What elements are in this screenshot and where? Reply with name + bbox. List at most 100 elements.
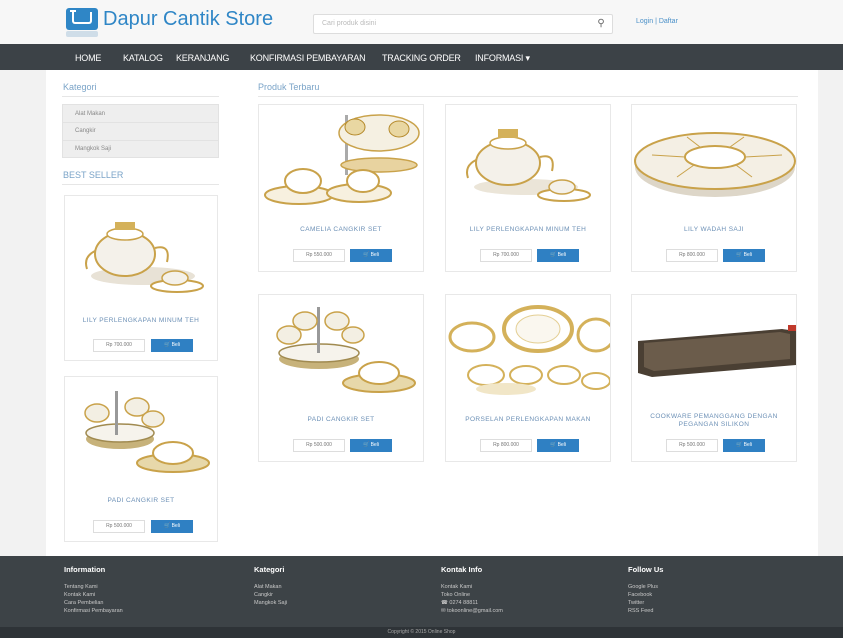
footer-bottom-bar: Copyright © 2015 Online Shop bbox=[0, 627, 843, 638]
footer-link[interactable]: Cangkir bbox=[254, 592, 273, 598]
footer-title-information: Information bbox=[64, 565, 106, 574]
product-card[interactable]: LILY PERLENGKAPAN MINUM TEH Rp 700.000 🛒… bbox=[445, 104, 611, 272]
buy-label: Beli bbox=[171, 342, 180, 348]
product-image[interactable] bbox=[65, 196, 217, 304]
product-price: Rp 700.000 bbox=[93, 339, 145, 352]
nav-keranjang[interactable]: KERANJANG bbox=[176, 53, 229, 63]
product-image[interactable] bbox=[632, 105, 796, 215]
best-seller-card[interactable]: LILY PERLENGKAPAN MINUM TEH Rp 700.000 🛒… bbox=[64, 195, 218, 361]
footer-title-kontak-info: Kontak Info bbox=[441, 565, 483, 574]
footer-social-link[interactable]: Facebook bbox=[628, 592, 652, 598]
footer bbox=[0, 556, 843, 638]
buy-button[interactable]: 🛒 Beli bbox=[723, 439, 765, 452]
buy-button[interactable]: 🛒 Beli bbox=[537, 249, 579, 262]
header: Dapur Cantik Store Cari produk disini ⚲ … bbox=[0, 0, 843, 44]
cart-icon: 🛒 bbox=[164, 342, 171, 348]
product-image[interactable] bbox=[446, 105, 610, 215]
nav-informasi[interactable]: INFORMASI ▾ bbox=[475, 53, 530, 64]
product-name[interactable]: CAMELIA CANGKIR SET bbox=[265, 226, 417, 234]
buy-button[interactable]: 🛒 Beli bbox=[151, 520, 193, 533]
product-price: Rp 500.000 bbox=[93, 520, 145, 533]
footer-link[interactable]: Mangkok Saji bbox=[254, 600, 287, 606]
category-list: Alat Makan Cangkir Mangkok Saji bbox=[62, 104, 219, 158]
product-name[interactable]: PORSELAN PERLENGKAPAN MAKAN bbox=[452, 416, 604, 424]
product-name[interactable]: PADI CANGKIR SET bbox=[71, 497, 211, 505]
product-image[interactable] bbox=[446, 295, 610, 405]
divider bbox=[63, 140, 218, 141]
product-card[interactable]: PORSELAN PERLENGKAPAN MAKAN Rp 800.000 🛒… bbox=[445, 294, 611, 462]
cart-icon: 🛒 bbox=[550, 252, 557, 258]
store-name[interactable]: Dapur Cantik Store bbox=[103, 8, 273, 31]
product-image[interactable] bbox=[259, 295, 423, 405]
product-price: Rp 550.000 bbox=[293, 249, 345, 262]
buy-button[interactable]: 🛒 Beli bbox=[350, 249, 392, 262]
product-price: Rp 700.000 bbox=[480, 249, 532, 262]
footer-link[interactable]: Cara Pembelian bbox=[64, 600, 103, 606]
buy-label: Beli bbox=[171, 523, 180, 529]
footer-link[interactable]: Tentang Kami bbox=[64, 584, 98, 590]
footer-email[interactable]: ✉ tokoonline@gmail.com bbox=[441, 608, 503, 614]
divider bbox=[63, 122, 218, 123]
product-image[interactable] bbox=[259, 105, 423, 215]
buy-button[interactable]: 🛒 Beli bbox=[151, 339, 193, 352]
buy-button[interactable]: 🛒 Beli bbox=[723, 249, 765, 262]
footer-contact: Kontak Kami bbox=[441, 584, 473, 590]
category-item[interactable]: Cangkir bbox=[75, 128, 96, 134]
footer-social-link[interactable]: Twitter bbox=[628, 600, 644, 606]
main-nav: HOME KATALOG KERANJANG KONFIRMASI PEMBAY… bbox=[0, 44, 843, 70]
buy-button[interactable]: 🛒 Beli bbox=[537, 439, 579, 452]
footer-social-link[interactable]: RSS Feed bbox=[628, 608, 653, 614]
search-input[interactable]: Cari produk disini bbox=[313, 14, 613, 34]
cart-icon: 🛒 bbox=[363, 252, 370, 258]
buy-label: Beli bbox=[370, 252, 379, 258]
cart-logo-icon[interactable] bbox=[66, 8, 98, 30]
category-item[interactable]: Mangkok Saji bbox=[75, 146, 111, 152]
product-image[interactable] bbox=[632, 295, 796, 405]
product-card[interactable]: LILY WADAH SAJI Rp 800.000 🛒 Beli bbox=[631, 104, 797, 272]
nav-konfirmasi-pembayaran[interactable]: KONFIRMASI PEMBAYARAN bbox=[250, 53, 366, 63]
product-price: Rp 800.000 bbox=[666, 249, 718, 262]
footer-link[interactable]: Konfirmasi Pembayaran bbox=[64, 608, 123, 614]
buy-label: Beli bbox=[557, 252, 566, 258]
produk-terbaru-title: Produk Terbaru bbox=[258, 82, 320, 92]
product-name[interactable]: LILY WADAH SAJI bbox=[638, 226, 790, 234]
login-link[interactable]: Login | Daftar bbox=[636, 18, 678, 25]
buy-label: Beli bbox=[370, 442, 379, 448]
product-image[interactable] bbox=[65, 377, 217, 485]
nav-katalog[interactable]: KATALOG bbox=[123, 53, 163, 63]
best-seller-card[interactable]: PADI CANGKIR SET Rp 500.000 🛒 Beli bbox=[64, 376, 218, 542]
buy-button[interactable]: 🛒 Beli bbox=[350, 439, 392, 452]
product-name[interactable]: PADI CANGKIR SET bbox=[265, 416, 417, 424]
product-card[interactable]: PADI CANGKIR SET Rp 500.000 🛒 Beli bbox=[258, 294, 424, 462]
product-name[interactable]: COOKWARE PEMANGGANG DENGAN PEGANGAN SILI… bbox=[638, 413, 790, 429]
cart-icon: 🛒 bbox=[164, 523, 171, 529]
footer-title-follow-us: Follow Us bbox=[628, 565, 664, 574]
footer-link[interactable]: Alat Makan bbox=[254, 584, 282, 590]
product-price: Rp 800.000 bbox=[480, 439, 532, 452]
product-price: Rp 500.000 bbox=[293, 439, 345, 452]
cart-icon: 🛒 bbox=[550, 442, 557, 448]
nav-home[interactable]: HOME bbox=[75, 53, 101, 63]
buy-label: Beli bbox=[743, 252, 752, 258]
logo-subtitle-bar bbox=[66, 31, 98, 37]
divider bbox=[62, 184, 219, 185]
product-name[interactable]: LILY PERLENGKAPAN MINUM TEH bbox=[452, 226, 604, 234]
footer-social-link[interactable]: Google Plus bbox=[628, 584, 658, 590]
footer-link[interactable]: Kontak Kami bbox=[64, 592, 95, 598]
product-card[interactable]: CAMELIA CANGKIR SET Rp 550.000 🛒 Beli bbox=[258, 104, 424, 272]
cart-icon: 🛒 bbox=[736, 442, 743, 448]
nav-tracking-order[interactable]: TRACKING ORDER bbox=[382, 53, 461, 63]
footer-contact: Toko Online bbox=[441, 592, 471, 598]
cart-icon: 🛒 bbox=[736, 252, 743, 258]
best-seller-title: BEST SELLER bbox=[63, 170, 124, 180]
cart-icon: 🛒 bbox=[363, 442, 370, 448]
divider bbox=[62, 96, 219, 97]
search-icon[interactable]: ⚲ bbox=[590, 15, 612, 33]
product-card[interactable]: COOKWARE PEMANGGANG DENGAN PEGANGAN SILI… bbox=[631, 294, 797, 462]
kategori-title: Kategori bbox=[63, 82, 97, 92]
copyright: Copyright © 2015 Online Shop bbox=[387, 629, 456, 635]
divider bbox=[258, 96, 798, 97]
product-name[interactable]: LILY PERLENGKAPAN MINUM TEH bbox=[71, 317, 211, 325]
category-item[interactable]: Alat Makan bbox=[75, 111, 105, 117]
buy-label: Beli bbox=[743, 442, 752, 448]
